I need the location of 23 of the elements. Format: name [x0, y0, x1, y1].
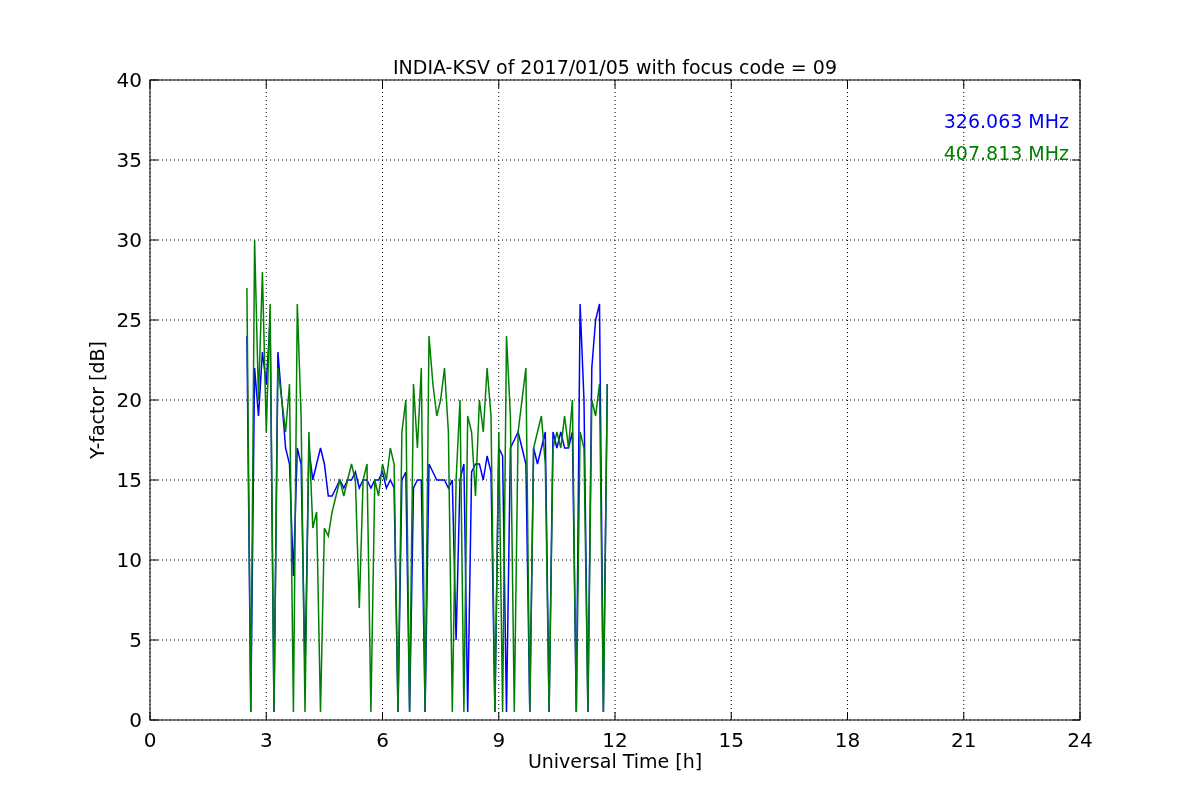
- chart-title: INDIA-KSV of 2017/01/05 with focus code = 09: [393, 56, 837, 78]
- y-axis-label: Y-factor [dB]: [86, 341, 108, 459]
- x-tick-label: 6: [376, 728, 389, 752]
- x-tick-label: 3: [259, 728, 273, 752]
- legend-label: 326.063 MHz: [943, 110, 1069, 132]
- x-tick-label: 21: [951, 728, 977, 752]
- x-tick-label: 9: [492, 728, 506, 752]
- y-tick-label: 40: [116, 68, 142, 92]
- x-axis-label: Universal Time [h]: [527, 750, 703, 772]
- y-tick-label: 5: [129, 628, 142, 652]
- x-tick-label: 15: [718, 728, 744, 752]
- legend-label: 407.813 MHz: [943, 142, 1069, 164]
- y-tick-label: 15: [116, 468, 142, 492]
- y-tick-label: 20: [116, 388, 142, 412]
- x-tick-label: 0: [143, 728, 157, 752]
- y-tick-label: 30: [116, 228, 142, 252]
- x-tick-label: 24: [1067, 728, 1093, 752]
- y-tick-label: 10: [116, 548, 142, 572]
- x-tick-label: 18: [834, 728, 861, 752]
- y-tick-label: 0: [129, 708, 142, 732]
- y-tick-label: 25: [116, 308, 142, 332]
- y-tick-label: 35: [116, 148, 142, 172]
- x-tick-label: 12: [602, 728, 628, 752]
